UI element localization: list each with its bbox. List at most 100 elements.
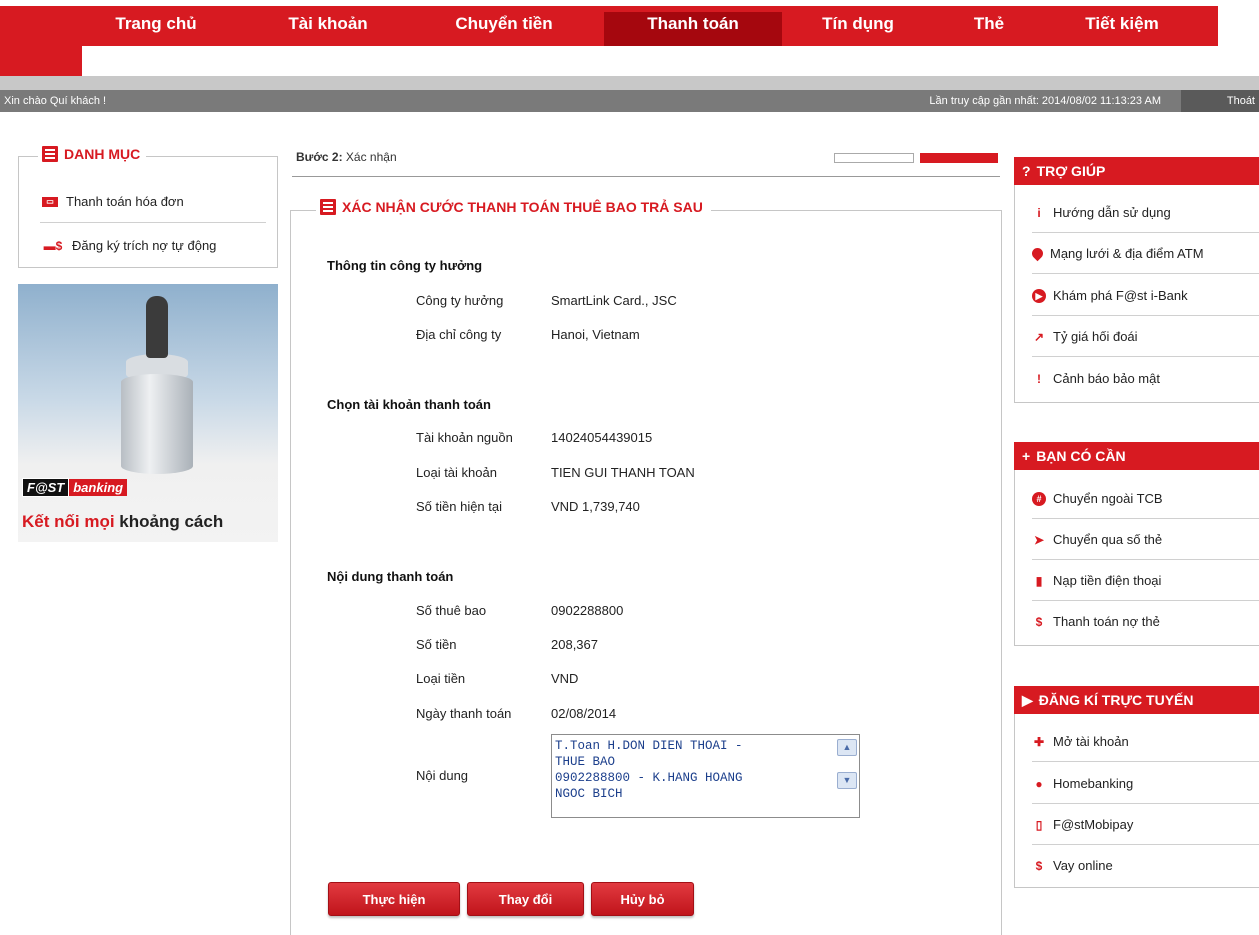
list-icon: [42, 146, 58, 162]
register-title-text: ĐĂNG KÍ TRỰC TUYẾN: [1038, 692, 1194, 708]
menu-auto-debit-label: Đăng ký trích nợ tự động: [72, 238, 217, 253]
label-source-account: Tài khoản nguồn: [416, 430, 513, 445]
money-icon: $: [1035, 614, 1043, 629]
help-security-label: Cảnh báo bảo mật: [1053, 371, 1160, 386]
register-homebanking[interactable]: ● Homebanking: [1032, 776, 1133, 791]
register-open-account-label: Mở tài khoản: [1053, 734, 1129, 749]
banner-logo-banking: banking: [69, 479, 128, 496]
arrow-right-icon: ▶: [1022, 692, 1033, 708]
section-account-title: Chọn tài khoản thanh toán: [327, 397, 491, 412]
need-transfer-external[interactable]: # Chuyển ngoài TCB: [1032, 491, 1163, 506]
content-textarea[interactable]: T.Toan H.DON DIEN THOAI - THUE BAO 09022…: [551, 734, 860, 818]
need-card-payment[interactable]: $ Thanh toán nợ thẻ: [1032, 614, 1160, 629]
card-transfer-icon: ➤: [1033, 532, 1045, 547]
mobile-icon: ▯: [1035, 817, 1043, 832]
add-account-icon: ✚: [1033, 734, 1045, 749]
register-divider: [1032, 844, 1259, 845]
need-divider: [1032, 518, 1259, 519]
register-open-account[interactable]: ✚ Mở tài khoản: [1032, 734, 1129, 749]
help-divider: [1032, 356, 1259, 357]
need-topup-label: Nạp tiền điện thoại: [1053, 573, 1162, 588]
need-topup[interactable]: ▮ Nạp tiền điện thoại: [1032, 573, 1162, 588]
register-mobipay[interactable]: ▯ F@stMobipay: [1032, 817, 1134, 832]
help-guide-label: Hướng dẫn sử dụng: [1053, 205, 1171, 220]
confirm-title-text: XÁC NHẬN CƯỚC THANH TOÁN THUÊ BAO TRẢ SA…: [342, 199, 703, 215]
register-title: ▶ ĐĂNG KÍ TRỰC TUYẾN: [1014, 686, 1259, 714]
help-title: ? TRỢ GIÚP: [1014, 157, 1259, 185]
help-explore[interactable]: ▶ Khám phá F@st i-Bank: [1032, 288, 1188, 303]
menu-bill-payment-label: Thanh toán hóa đơn: [66, 194, 184, 209]
step-progress-1: [834, 153, 914, 163]
register-loan[interactable]: $ Vay online: [1032, 858, 1113, 873]
need-transfer-card[interactable]: ➤ Chuyển qua số thẻ: [1032, 532, 1162, 547]
help-atm-label: Mạng lưới & địa điểm ATM: [1050, 246, 1204, 261]
need-title-text: BẠN CÓ CẦN: [1036, 448, 1126, 464]
help-guide[interactable]: i Hướng dẫn sử dụng: [1032, 205, 1171, 220]
info-icon: i: [1037, 205, 1041, 220]
cancel-button[interactable]: Hủy bỏ: [591, 882, 694, 916]
help-atm[interactable]: Mạng lưới & địa điểm ATM: [1029, 245, 1204, 262]
value-address: Hanoi, Vietnam: [551, 327, 640, 342]
step-divider: [292, 176, 1000, 177]
section-beneficiary-title: Thông tin công ty hưởng: [327, 258, 483, 273]
banner-slogan: Kết nối mọi khoảng cách: [22, 512, 223, 532]
need-divider: [1032, 600, 1259, 601]
submit-button[interactable]: Thực hiện: [328, 882, 460, 916]
value-amount: 208,367: [551, 637, 598, 652]
header-divider: [0, 76, 1259, 90]
step-indicator: Bước 2: Xác nhận: [296, 150, 397, 164]
section-payment-title: Nội dung thanh toán: [327, 569, 454, 584]
need-card-payment-label: Thanh toán nợ thẻ: [1053, 614, 1160, 629]
slogan-part-c: khoảng cách: [114, 512, 224, 531]
scroll-down-icon[interactable]: ▼: [837, 772, 857, 789]
money-icon: ▬$: [43, 238, 63, 253]
label-subscriber: Số thuê bao: [416, 603, 487, 618]
greeting-text: Xin chào Quí khách !: [4, 95, 107, 107]
user-icon: ●: [1035, 776, 1043, 791]
last-visit-text: Lần truy cập gần nhất: 2014/08/02 11:13:…: [929, 95, 1161, 107]
help-divider: [1032, 232, 1259, 233]
chart-icon: ↗: [1033, 329, 1045, 344]
step-text: Xác nhận: [342, 150, 397, 164]
banner-figure: [146, 296, 168, 358]
sub-navigation: [0, 46, 1259, 76]
value-payment-date: 02/08/2014: [551, 706, 617, 721]
help-security[interactable]: ! Cảnh báo bảo mật: [1032, 371, 1160, 386]
plus-icon: +: [1022, 448, 1031, 464]
label-content: Nội dung: [416, 768, 469, 783]
confirm-title: XÁC NHẬN CƯỚC THANH TOÁN THUÊ BAO TRẢ SA…: [316, 199, 711, 215]
slogan-part-a: Kết nối: [22, 512, 85, 531]
banner-tower: [121, 374, 193, 474]
help-divider: [1032, 315, 1259, 316]
label-account-type: Loại tài khoản: [416, 465, 497, 480]
hash-icon: #: [1032, 491, 1046, 506]
logout-button[interactable]: Thoát: [1181, 90, 1259, 112]
question-icon: ?: [1022, 163, 1031, 179]
help-panel: [1014, 157, 1259, 403]
value-currency: VND: [551, 671, 579, 686]
change-button[interactable]: Thay đổi: [467, 882, 584, 916]
label-address: Địa chỉ công ty: [416, 327, 502, 342]
need-title: + BẠN CÓ CẦN: [1014, 442, 1259, 470]
menu-bill-payment[interactable]: ▭ Thanh toán hóa đơn: [42, 194, 184, 209]
scroll-up-icon[interactable]: ▲: [837, 739, 857, 756]
help-exchange-label: Tỷ giá hối đoái: [1053, 329, 1138, 344]
bill-icon: ▭: [42, 196, 58, 207]
top-navigation: Trang chủ Tài khoản Chuyển tiền Thanh to…: [0, 0, 1259, 52]
value-current-balance: VND 1,739,740: [551, 499, 640, 514]
slogan-part-b: mọi: [84, 512, 115, 531]
menu-auto-debit[interactable]: ▬$ Đăng ký trích nợ tự động: [42, 238, 217, 253]
promo-banner[interactable]: F@ST banking Kết nối mọi khoảng cách: [18, 284, 278, 542]
sub-nav-tab: [0, 46, 82, 76]
label-company: Công ty hưởng: [416, 293, 504, 308]
register-mobipay-label: F@stMobipay: [1053, 817, 1134, 832]
help-exchange[interactable]: ↗ Tỷ giá hối đoái: [1032, 329, 1138, 344]
help-title-text: TRỢ GIÚP: [1036, 163, 1106, 179]
register-divider: [1032, 761, 1259, 762]
category-title: DANH MỤC: [38, 146, 147, 162]
status-bar: Xin chào Quí khách ! Lần truy cập gần nh…: [0, 90, 1259, 112]
label-current-balance: Số tiền hiện tại: [416, 499, 503, 514]
register-homebanking-label: Homebanking: [1053, 776, 1134, 791]
need-transfer-external-label: Chuyển ngoài TCB: [1053, 491, 1163, 506]
play-icon: ▶: [1032, 288, 1046, 303]
